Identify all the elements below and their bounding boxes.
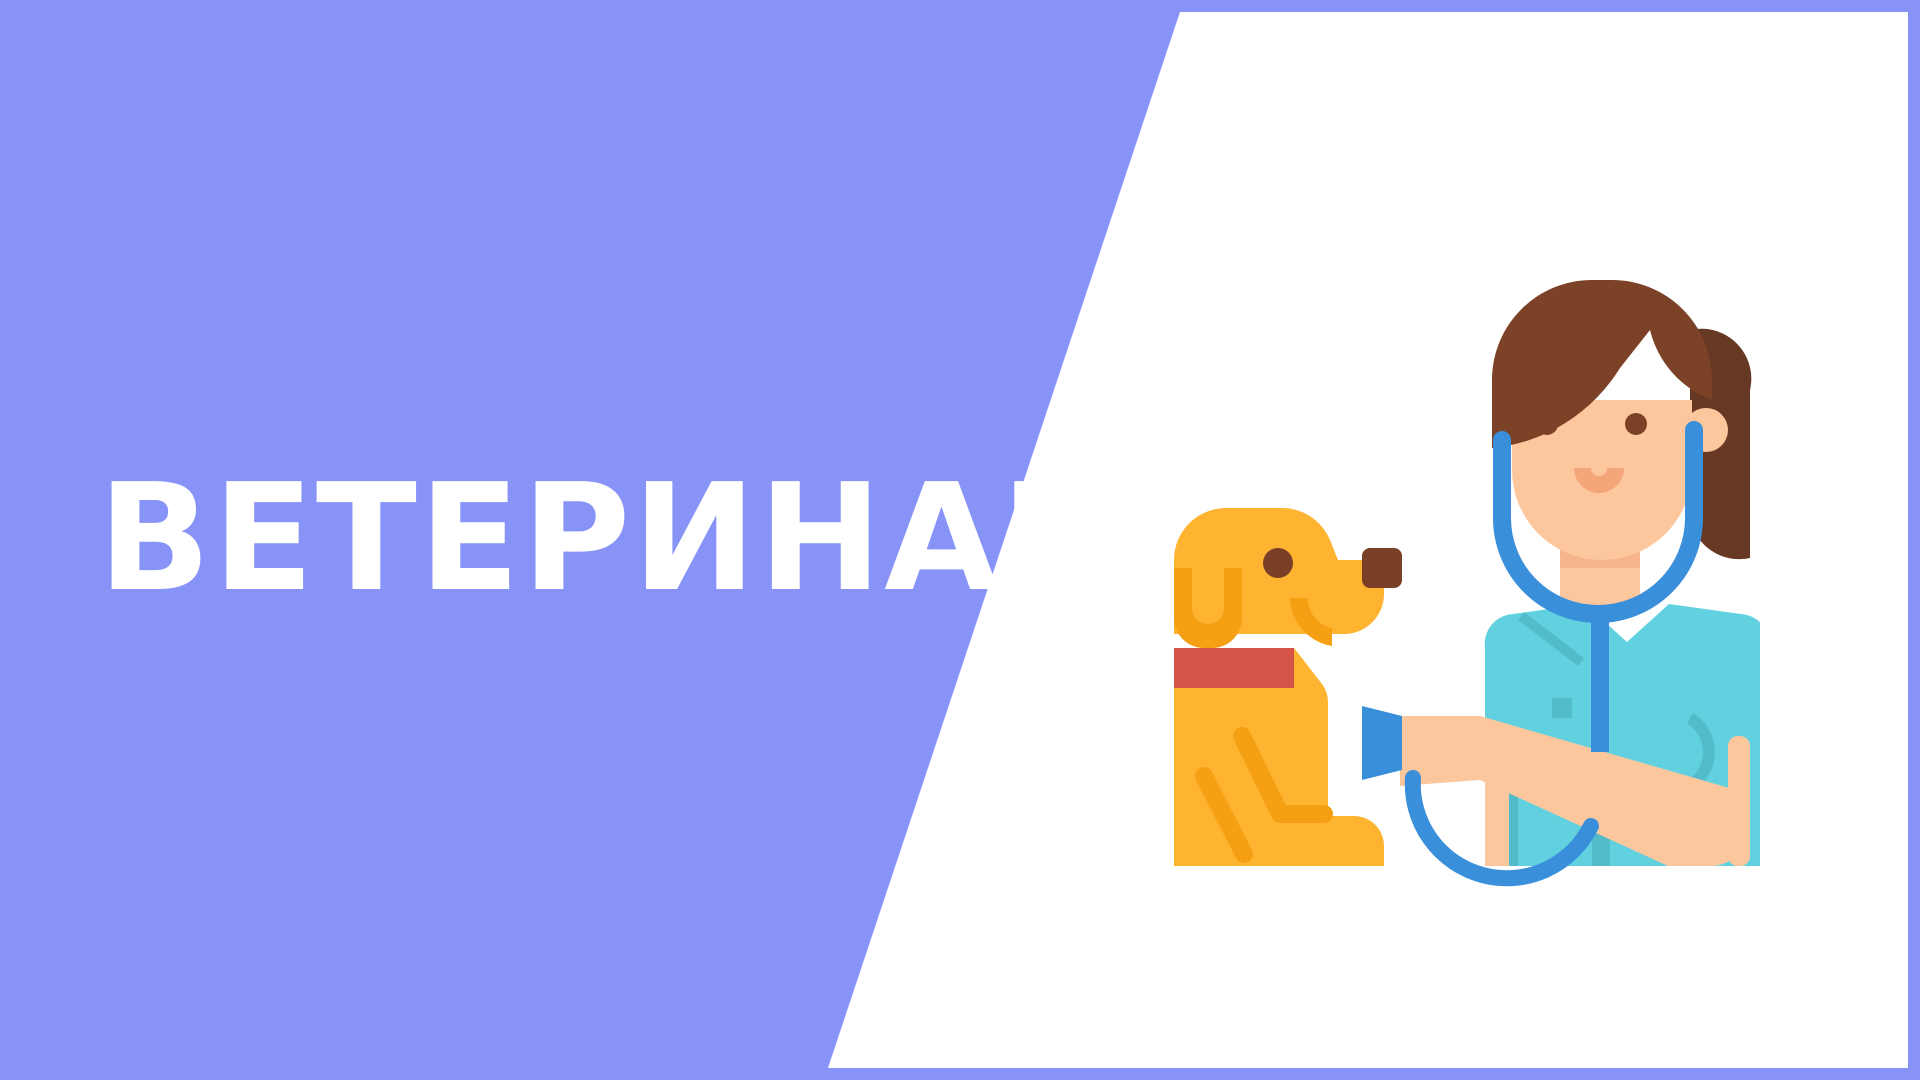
vet-banner: ВЕТЕРИНАР xyxy=(0,0,1920,1080)
dog-nose xyxy=(1362,548,1402,588)
right-eye xyxy=(1625,413,1647,435)
page-title: ВЕТЕРИНАР xyxy=(98,452,1112,624)
stethoscope-chestpiece xyxy=(1362,706,1402,780)
veterinarian-with-dog-icon xyxy=(1174,280,1760,887)
dog-eye xyxy=(1263,548,1293,578)
dog-collar xyxy=(1174,648,1294,688)
scrubs-pocket xyxy=(1552,698,1572,718)
left-eye xyxy=(1536,413,1558,435)
